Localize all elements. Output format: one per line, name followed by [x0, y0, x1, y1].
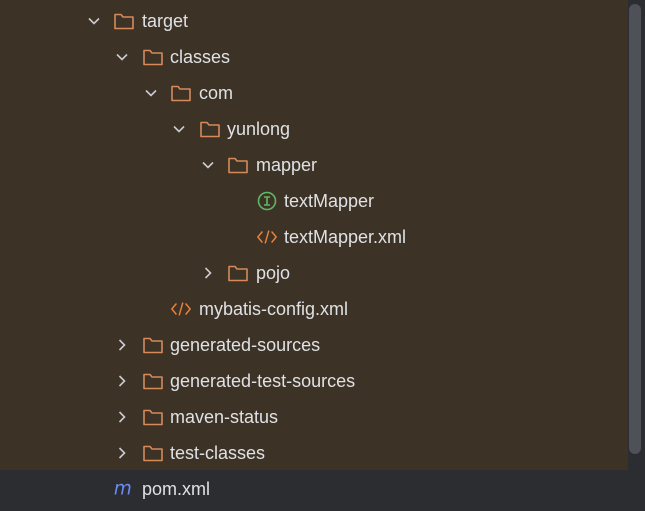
- tree-item-label: generated-sources: [170, 334, 321, 355]
- tree-item-textmapper[interactable]: textMapper: [0, 183, 628, 219]
- chevron-right-icon[interactable]: [200, 265, 216, 281]
- tree-item-pom-xml[interactable]: m pom.xml: [0, 471, 628, 507]
- tree-item-label: textMapper.xml: [284, 226, 407, 247]
- chevron-down-icon[interactable]: [114, 49, 130, 65]
- maven-icon: m: [113, 478, 135, 500]
- tree-item-mybatis-config-xml[interactable]: mybatis-config.xml: [0, 291, 628, 327]
- tree-item-target[interactable]: target: [0, 3, 628, 39]
- interface-icon: [256, 190, 278, 212]
- tree-item-textmapper-xml[interactable]: textMapper.xml: [0, 219, 628, 255]
- chevron-down-icon[interactable]: [200, 157, 216, 173]
- folder-icon: [142, 442, 164, 464]
- tree-item-label: mapper: [256, 154, 318, 175]
- chevron-right-icon[interactable]: [114, 445, 130, 461]
- folder-icon: [142, 334, 164, 356]
- folder-icon: [142, 370, 164, 392]
- project-tree: target classes com yunlong mapper textMa…: [0, 0, 645, 511]
- chevron-right-icon[interactable]: [114, 409, 130, 425]
- tree-item-com[interactable]: com: [0, 75, 628, 111]
- tree-item-label: maven-status: [170, 406, 279, 427]
- chevron-down-icon[interactable]: [86, 13, 102, 29]
- chevron-right-icon[interactable]: [114, 337, 130, 353]
- tree-item-label: com: [199, 82, 234, 103]
- folder-icon: [142, 406, 164, 428]
- tree-item-classes[interactable]: classes: [0, 39, 628, 75]
- tree-item-label: pom.xml: [142, 478, 211, 499]
- tree-item-label: generated-test-sources: [170, 370, 356, 391]
- tree-item-pojo[interactable]: pojo: [0, 255, 628, 291]
- tree-item-maven-status[interactable]: maven-status: [0, 399, 628, 435]
- folder-icon: [227, 262, 249, 284]
- folder-icon: [142, 46, 164, 68]
- svg-text:m: m: [114, 479, 132, 500]
- chevron-down-icon[interactable]: [171, 121, 187, 137]
- tree-item-yunlong[interactable]: yunlong: [0, 111, 628, 147]
- tree-item-generated-sources[interactable]: generated-sources: [0, 327, 628, 363]
- folder-icon: [227, 154, 249, 176]
- folder-icon: [170, 82, 192, 104]
- tree-item-label: test-classes: [170, 442, 266, 463]
- xml-file-icon: [170, 298, 192, 320]
- tree-item-label: target: [142, 10, 189, 31]
- tree-item-test-classes[interactable]: test-classes: [0, 435, 628, 471]
- chevron-right-icon[interactable]: [114, 373, 130, 389]
- tree-item-mapper[interactable]: mapper: [0, 147, 628, 183]
- tree-item-label: pojo: [256, 262, 291, 283]
- folder-icon: [199, 118, 221, 140]
- tree-item-label: classes: [170, 46, 231, 67]
- tree-item-label: yunlong: [227, 118, 291, 139]
- tree-item-label: textMapper: [284, 190, 375, 211]
- tree-item-generated-test-sources[interactable]: generated-test-sources: [0, 363, 628, 399]
- chevron-down-icon[interactable]: [143, 85, 159, 101]
- xml-file-icon: [256, 226, 278, 248]
- folder-icon: [113, 10, 135, 32]
- tree-item-label: mybatis-config.xml: [199, 298, 349, 319]
- scrollbar-thumb[interactable]: [629, 4, 641, 454]
